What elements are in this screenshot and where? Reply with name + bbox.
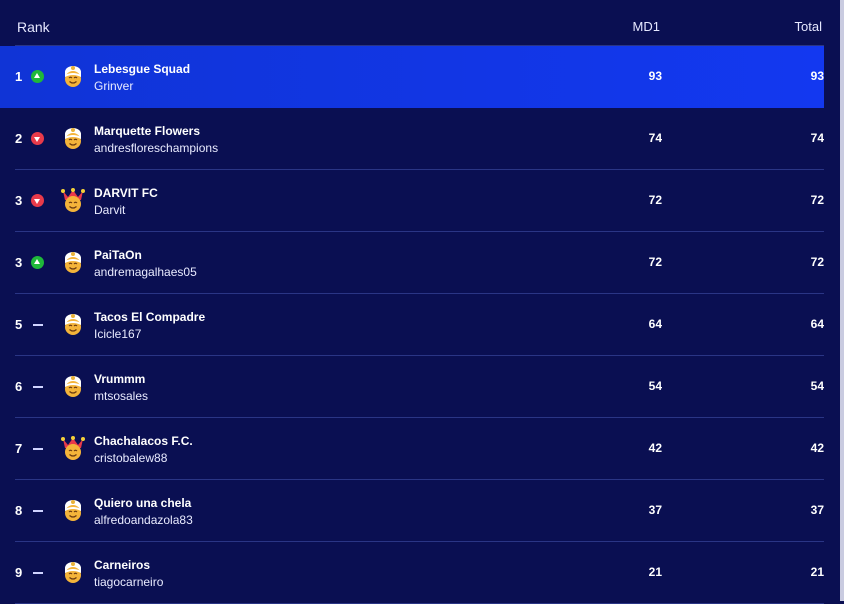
manager-name: Grinver	[94, 79, 134, 93]
total-points: 72	[810, 255, 824, 269]
team-name[interactable]: Marquette Flowers	[94, 124, 200, 138]
md1-points: 21	[648, 565, 662, 579]
captain-avatar-icon	[61, 311, 85, 337]
table-row[interactable]: 9 Carneiros tiagocarneiro 21 21	[0, 542, 824, 604]
total-column-header[interactable]: Total	[795, 19, 822, 34]
rank-value: 1	[15, 69, 23, 84]
md1-points: 72	[648, 255, 662, 269]
md1-points: 37	[648, 503, 662, 517]
rank-unchanged-icon	[31, 442, 44, 455]
total-points: 37	[810, 503, 824, 517]
captain-avatar-icon	[61, 559, 85, 585]
md1-points: 72	[648, 193, 662, 207]
table-header: Rank MD1 Total	[0, 0, 844, 46]
scrollbar[interactable]	[840, 0, 844, 601]
table-row[interactable]: 8 Quiero una chela alfredoandazola83 37 37	[0, 480, 824, 542]
total-points: 72	[810, 193, 824, 207]
captain-avatar-icon	[61, 373, 85, 399]
total-points: 64	[810, 317, 824, 331]
md1-column-header[interactable]: MD1	[633, 19, 660, 34]
team-name[interactable]: Quiero una chela	[94, 496, 191, 510]
md1-points: 42	[648, 441, 662, 455]
total-points: 21	[810, 565, 824, 579]
team-name[interactable]: Tacos El Compadre	[94, 310, 205, 324]
total-points: 42	[810, 441, 824, 455]
rank-unchanged-icon	[31, 380, 44, 393]
team-name[interactable]: Carneiros	[94, 558, 150, 572]
team-name[interactable]: Lebesgue Squad	[94, 62, 190, 76]
rank-value: 9	[15, 565, 23, 580]
team-name[interactable]: PaiTaOn	[94, 248, 142, 262]
captain-avatar-icon	[61, 249, 85, 275]
rank-value: 3	[15, 193, 23, 208]
rank-down-icon	[31, 132, 44, 145]
rank-value: 7	[15, 441, 23, 456]
rank-value: 6	[15, 379, 23, 394]
total-points: 74	[810, 131, 824, 145]
team-name[interactable]: Vrummm	[94, 372, 145, 386]
rank-up-icon	[31, 256, 44, 269]
manager-name: Darvit	[94, 203, 126, 217]
captain-avatar-icon	[61, 497, 85, 523]
md1-points: 54	[648, 379, 662, 393]
manager-name: cristobalew88	[94, 451, 168, 465]
manager-name: alfredoandazola83	[94, 513, 193, 527]
rank-value: 5	[15, 317, 23, 332]
manager-name: Icicle167	[94, 327, 142, 341]
rank-up-icon	[31, 70, 44, 83]
manager-name: mtsosales	[94, 389, 149, 403]
rank-value: 3	[15, 255, 23, 270]
rank-column-header[interactable]: Rank	[17, 19, 50, 35]
table-row[interactable]: 3 PaiTaOn andremagalhaes05 72 72	[0, 232, 824, 294]
jester-avatar-icon	[61, 435, 85, 461]
rank-unchanged-icon	[31, 318, 44, 331]
team-name[interactable]: DARVIT FC	[94, 186, 158, 200]
rank-unchanged-icon	[31, 504, 44, 517]
rank-value: 8	[15, 503, 23, 518]
table-row[interactable]: 6 Vrummm mtsosales 54 54	[0, 356, 824, 418]
team-name[interactable]: Chachalacos F.C.	[94, 434, 193, 448]
md1-points: 64	[648, 317, 662, 331]
rank-down-icon	[31, 194, 44, 207]
captain-avatar-icon	[61, 63, 85, 89]
table-row[interactable]: 3 DARVIT FC Darvit 72 72	[0, 170, 824, 232]
jester-avatar-icon	[61, 187, 85, 213]
rank-unchanged-icon	[31, 566, 44, 579]
total-points: 93	[810, 69, 824, 83]
captain-avatar-icon	[61, 125, 85, 151]
md1-points: 74	[648, 131, 662, 145]
total-points: 54	[810, 379, 824, 393]
table-row[interactable]: 1 Lebesgue Squad Grinver 93 93	[0, 46, 824, 108]
table-row[interactable]: 2 Marquette Flowers andresfloreschampions 7…	[0, 108, 824, 170]
manager-name: andremagalhaes05	[94, 265, 197, 279]
rank-value: 2	[15, 131, 23, 146]
table-row[interactable]: 7 Chachalacos F.C. cristobalew88 42 42	[0, 418, 824, 480]
md1-points: 93	[648, 69, 662, 83]
manager-name: andresfloreschampions	[94, 141, 219, 155]
table-row[interactable]: 5 Tacos El Compadre Icicle167 64 64	[0, 294, 824, 356]
manager-name: tiagocarneiro	[94, 575, 164, 589]
leaderboard-table: Rank MD1 Total 1 Lebesgue Squad Grinver 93 9…	[0, 0, 844, 604]
